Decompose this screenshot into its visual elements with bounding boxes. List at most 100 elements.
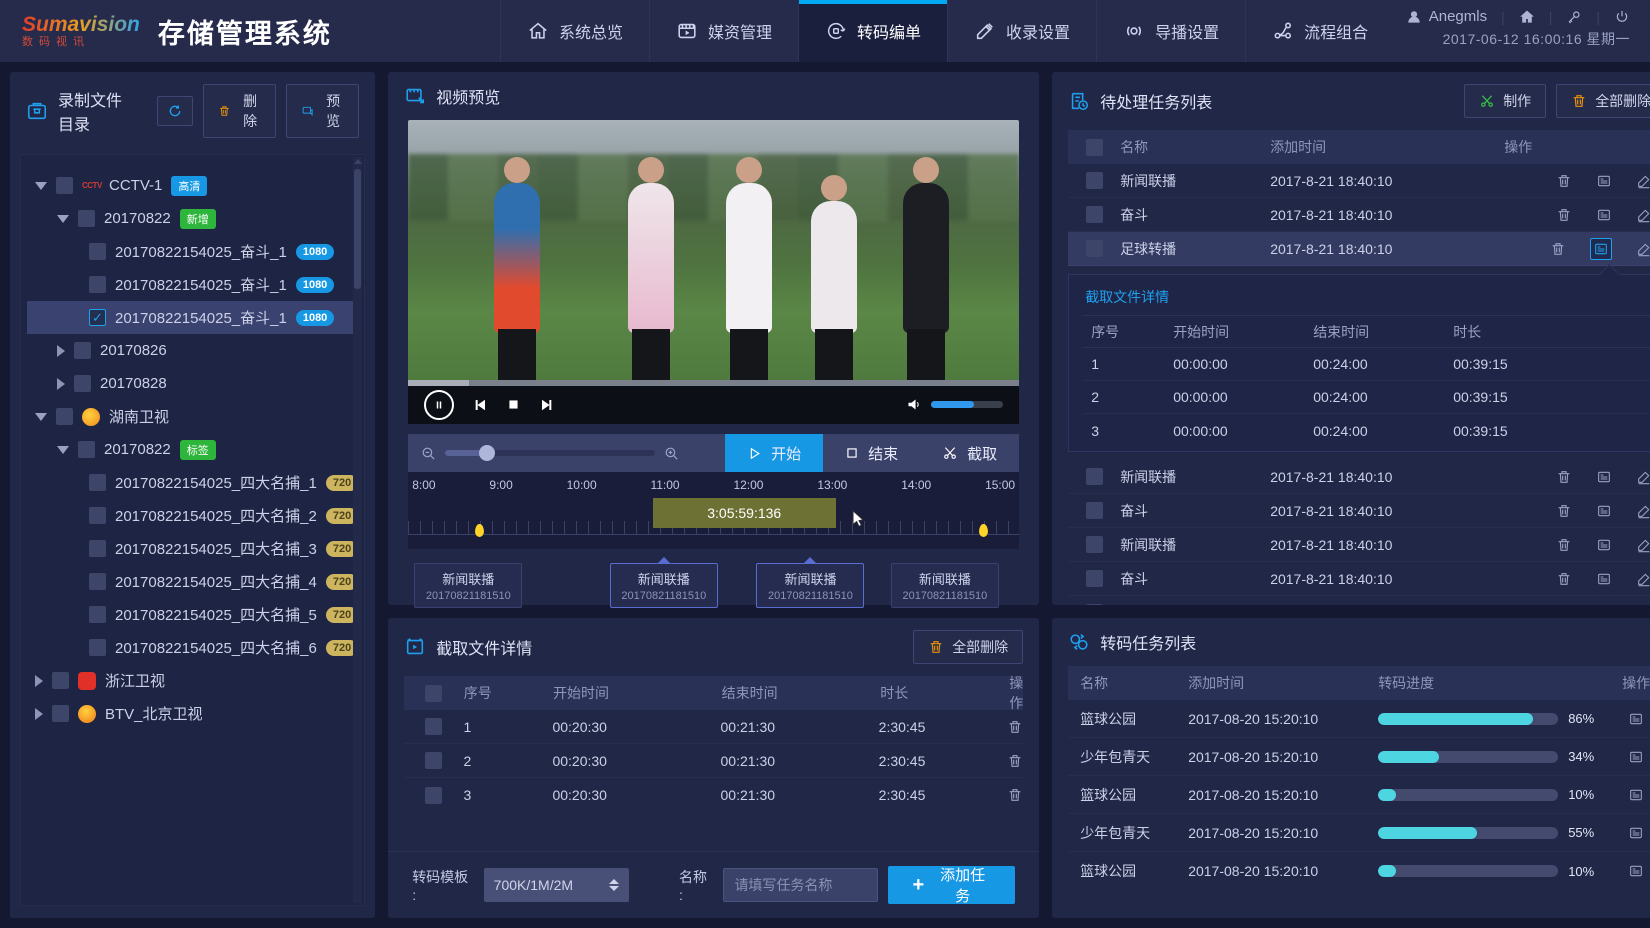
tree-item-file[interactable]: 20170822154025_四大名捕_3 720 xyxy=(27,532,358,565)
zoom-in-icon[interactable] xyxy=(663,445,680,462)
tree-item-date[interactable]: 20170822 新增 xyxy=(27,202,358,235)
edit-icon[interactable] xyxy=(1636,503,1650,519)
nav-media-management[interactable]: 媒资管理 xyxy=(649,0,798,62)
detail-card-icon[interactable] xyxy=(1628,863,1644,879)
checkbox[interactable] xyxy=(425,787,442,804)
tree-item-file[interactable]: 20170822154025_四大名捕_4 720 xyxy=(27,565,358,598)
scrollbar-thumb[interactable] xyxy=(354,169,361,289)
user-menu[interactable]: Anegmls xyxy=(1406,8,1487,25)
checkbox-checked[interactable]: ✓ xyxy=(89,309,106,326)
checkbox[interactable] xyxy=(89,606,106,623)
delete-button[interactable]: 删除 xyxy=(203,84,276,138)
checkbox[interactable] xyxy=(425,718,442,735)
pending-row[interactable]: 奋斗 2017-8-21 18:40:10 xyxy=(1068,562,1650,596)
edit-icon[interactable] xyxy=(1636,571,1650,587)
tree-item-zhejiang[interactable]: 浙江卫视 xyxy=(27,664,358,697)
table-row[interactable]: 3 00:20:30 00:21:30 2:30:45 xyxy=(404,778,1023,812)
tree-item-file[interactable]: 20170822154025_四大名捕_6 720 xyxy=(27,631,358,664)
checkbox[interactable] xyxy=(56,177,73,194)
checkbox[interactable] xyxy=(1086,502,1103,519)
refresh-button[interactable] xyxy=(157,96,193,126)
trash-icon[interactable] xyxy=(1007,787,1023,803)
transcode-row[interactable]: 篮球公园 2017-08-20 15:20:10 10% xyxy=(1068,776,1650,814)
caret-closed-icon[interactable] xyxy=(57,345,65,357)
pending-row-selected[interactable]: 足球转播 2017-8-21 18:40:10 xyxy=(1068,232,1650,266)
tree-item-hunan[interactable]: 湖南卫视 xyxy=(27,400,358,433)
preview-button[interactable]: 预览 xyxy=(286,84,359,138)
caret-closed-icon[interactable] xyxy=(57,378,65,390)
detail-card-icon[interactable] xyxy=(1596,537,1612,553)
nav-flow-combination[interactable]: 流程组合 xyxy=(1245,0,1394,62)
clip-chip[interactable]: 新闻联播 20170821181510 xyxy=(414,563,522,608)
checkbox[interactable] xyxy=(1086,604,1103,605)
add-task-button[interactable]: + 添加任务 xyxy=(888,866,1015,904)
nav-transcode-order[interactable]: 转码编单 xyxy=(798,0,947,62)
caret-open-icon[interactable] xyxy=(35,182,47,190)
checkbox[interactable] xyxy=(89,573,106,590)
tree-item-file[interactable]: 20170822154025_奋斗_1 1080 xyxy=(27,235,358,268)
checkbox[interactable] xyxy=(1086,468,1103,485)
edit-icon[interactable] xyxy=(1636,173,1650,189)
nav-director-settings[interactable]: 导播设置 xyxy=(1096,0,1245,62)
caret-open-icon[interactable] xyxy=(57,446,69,454)
edit-icon[interactable] xyxy=(1636,605,1650,606)
tree-item-file-selected[interactable]: ✓ 20170822154025_奋斗_1 1080 xyxy=(27,301,358,334)
checkbox[interactable] xyxy=(74,375,91,392)
checkbox[interactable] xyxy=(78,441,95,458)
start-button[interactable]: 开始 xyxy=(725,434,823,472)
select-all-checkbox[interactable] xyxy=(1086,139,1103,156)
trash-icon[interactable] xyxy=(1007,719,1023,735)
detail-card-icon[interactable] xyxy=(1596,469,1612,485)
edit-icon[interactable] xyxy=(1636,207,1650,223)
pending-row[interactable]: 奋斗 2017-8-21 18:40:10 xyxy=(1068,198,1650,232)
trash-icon[interactable] xyxy=(1556,605,1572,606)
checkbox[interactable] xyxy=(1086,570,1103,587)
clip-chip[interactable]: 新闻联播 20170821181510 xyxy=(891,563,999,608)
table-row[interactable]: 1 00:20:30 00:21:30 2:30:45 xyxy=(404,710,1023,744)
tree-item-file[interactable]: 20170822154025_奋斗_1 1080 xyxy=(27,268,358,301)
transcode-row[interactable]: 篮球公园 2017-08-20 15:20:10 10% xyxy=(1068,852,1650,890)
detail-card-icon-active[interactable] xyxy=(1590,238,1612,260)
checkbox[interactable] xyxy=(1086,240,1103,257)
tree-scrollbar[interactable] xyxy=(353,157,362,903)
checkbox[interactable] xyxy=(89,474,106,491)
home-shortcut-icon[interactable] xyxy=(1519,9,1535,25)
volume-icon[interactable] xyxy=(906,396,923,413)
prev-frame-button[interactable] xyxy=(472,397,488,413)
nav-system-overview[interactable]: 系统总览 xyxy=(500,0,649,62)
cut-button[interactable]: 截取 xyxy=(920,434,1019,472)
select-all-checkbox[interactable] xyxy=(425,685,442,702)
video-frame[interactable] xyxy=(408,120,1019,380)
pending-row[interactable]: 新闻联播 2017-8-21 18:40:10 xyxy=(1068,164,1650,198)
trash-icon[interactable] xyxy=(1556,503,1572,519)
trash-icon[interactable] xyxy=(1556,571,1572,587)
clip-chip[interactable]: 新闻联播 20170821181510 xyxy=(610,563,718,608)
trash-icon[interactable] xyxy=(1556,469,1572,485)
caret-closed-icon[interactable] xyxy=(35,708,43,720)
pending-row[interactable]: 新闻联播 2017-8-21 18:40:10 xyxy=(1068,460,1650,494)
power-icon[interactable] xyxy=(1614,9,1630,25)
trash-icon[interactable] xyxy=(1007,753,1023,769)
tree-item-date[interactable]: 20170828 xyxy=(27,367,358,400)
edit-icon[interactable] xyxy=(1636,469,1650,485)
make-button[interactable]: 制作 xyxy=(1464,84,1546,118)
caret-open-icon[interactable] xyxy=(35,413,47,421)
table-row[interactable]: 2 00:20:30 00:21:30 2:30:45 xyxy=(404,744,1023,778)
next-frame-button[interactable] xyxy=(539,397,555,413)
checkbox[interactable] xyxy=(89,507,106,524)
trash-icon[interactable] xyxy=(1556,207,1572,223)
tree-item-btv[interactable]: BTV_北京卫视 xyxy=(27,697,358,730)
timeline-zoom-slider[interactable] xyxy=(445,450,655,456)
detail-card-icon[interactable] xyxy=(1628,787,1644,803)
detail-card-icon[interactable] xyxy=(1628,825,1644,841)
transcode-row[interactable]: 少年包青天 2017-08-20 15:20:10 34% xyxy=(1068,738,1650,776)
trash-icon[interactable] xyxy=(1556,537,1572,553)
tree-item-file[interactable]: 20170822154025_四大名捕_2 720 xyxy=(27,499,358,532)
tree-item-cctv1[interactable]: CCTV CCTV-1 高清 xyxy=(27,169,358,202)
pending-row[interactable]: 新闻联播 2017-8-21 18:40:10 xyxy=(1068,528,1650,562)
caret-open-icon[interactable] xyxy=(57,215,69,223)
trash-icon[interactable] xyxy=(1556,173,1572,189)
delete-all-button[interactable]: 全部删除 xyxy=(913,630,1023,664)
detail-card-icon[interactable] xyxy=(1596,605,1612,606)
checkbox[interactable] xyxy=(78,210,95,227)
